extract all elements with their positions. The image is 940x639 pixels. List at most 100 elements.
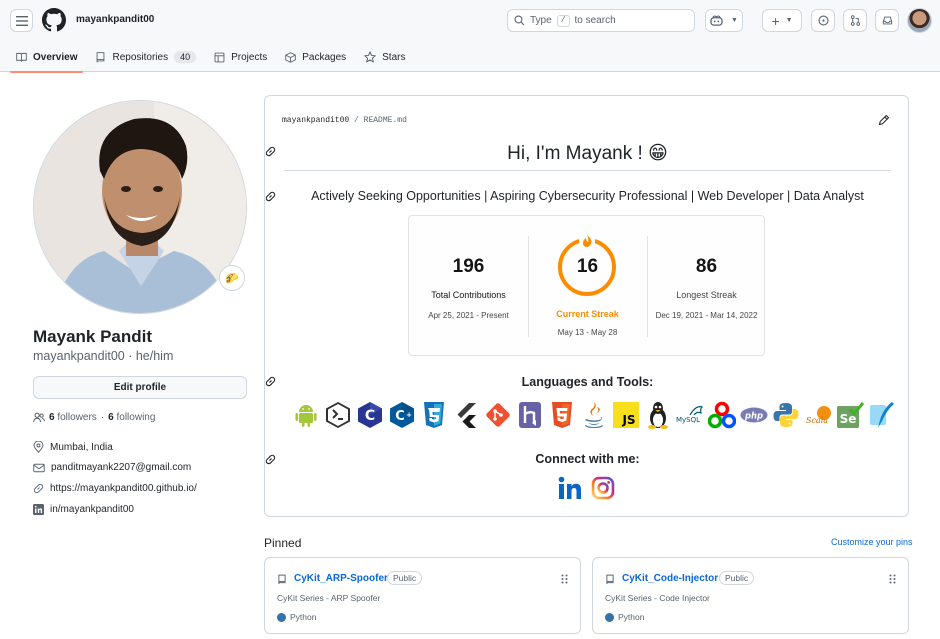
customize-pins-link[interactable]: Customize your pins: [831, 537, 913, 547]
pinned-repo-description: CyKit Series - Code Injector: [605, 593, 710, 603]
follow-stats: 6 followers · 6 following: [33, 412, 155, 423]
search-icon: [514, 15, 525, 26]
svg-text:C: C: [395, 409, 405, 424]
repo-language: Python: [605, 612, 644, 622]
c-icon[interactable]: C: [356, 401, 384, 429]
bash-icon[interactable]: [324, 401, 352, 429]
svg-text:MySQL: MySQL: [676, 416, 700, 424]
readme-path-file[interactable]: README.md: [364, 116, 407, 125]
drag-handle-icon[interactable]: [889, 574, 896, 584]
java-icon[interactable]: [580, 401, 608, 429]
language-color-dot: [605, 612, 614, 622]
profile-fullname: Mayank Pandit: [33, 327, 153, 346]
plus-icon: +: [771, 12, 780, 29]
user-avatar[interactable]: [907, 8, 932, 33]
heroku-icon[interactable]: [516, 401, 544, 429]
copilot-button[interactable]: ▼: [705, 9, 743, 32]
tab-projects[interactable]: Projects: [208, 42, 273, 72]
current-streak-range: May 13 - May 28: [557, 328, 618, 337]
repo-count-badge: 40: [174, 51, 197, 63]
email-item: panditmayank2207@gmail.com: [33, 462, 191, 473]
edit-profile-button[interactable]: Edit profile: [33, 376, 247, 399]
css3-icon[interactable]: [420, 401, 448, 429]
create-new-button[interactable]: + ▼: [762, 9, 802, 32]
issue-opened-icon: [817, 15, 829, 26]
tab-repositories[interactable]: Repositories 40: [89, 42, 202, 72]
menu-button[interactable]: [10, 9, 33, 32]
mysql-icon[interactable]: MySQL: [676, 401, 704, 429]
linux-icon[interactable]: [644, 401, 672, 429]
sqlite-icon[interactable]: [868, 401, 896, 429]
pull-requests-button[interactable]: [843, 9, 867, 32]
separator-dot: ·: [100, 412, 105, 423]
visibility-badge: Public: [719, 571, 755, 585]
flutter-icon[interactable]: [452, 401, 480, 429]
location-icon: [33, 441, 44, 453]
tab-label: Repositories: [112, 51, 169, 63]
scala-icon[interactable]: Scala: [804, 401, 832, 429]
github-logo-icon[interactable]: [42, 8, 66, 32]
profile-handle: mayankpandit00 · he/him: [33, 349, 174, 363]
linkedin-link[interactable]: in/mayankpandit00: [50, 504, 134, 515]
language-color-dot: [277, 612, 286, 622]
longest-streak-stat: 86 Longest Streak Dec 19, 2021 - Mar 14,…: [647, 216, 766, 357]
php-icon[interactable]: php: [740, 401, 768, 429]
readme-path-user[interactable]: mayankpandit00: [282, 116, 349, 125]
people-icon: [33, 412, 45, 423]
tab-overview[interactable]: Overview: [10, 42, 84, 73]
repo-language: Python: [277, 612, 316, 622]
connect-heading: Connect with me:: [535, 452, 640, 466]
readme-breadcrumb: mayankpandit00 / README.md: [282, 116, 407, 125]
svg-text:C: C: [365, 408, 375, 424]
tab-stars[interactable]: Stars: [358, 42, 411, 72]
javascript-icon[interactable]: JS: [612, 401, 640, 429]
pinned-repo-card[interactable]: CyKit_ARP-Spoofer Public CyKit Series - …: [264, 557, 581, 634]
link-icon: [33, 483, 44, 494]
profile-photo[interactable]: [33, 100, 247, 314]
instagram-logo-icon[interactable]: [591, 476, 615, 500]
selenium-icon[interactable]: Se: [836, 401, 864, 429]
total-contributions-value: 196: [452, 256, 485, 277]
location-text: Mumbai, India: [50, 441, 113, 453]
linkedin-item: in/mayankpandit00: [33, 504, 134, 515]
tab-label: Overview: [33, 51, 78, 63]
header-username[interactable]: mayankpandit00: [76, 14, 154, 25]
tab-packages[interactable]: Packages: [279, 42, 352, 72]
android-icon[interactable]: [292, 401, 320, 429]
svg-text:php: php: [744, 410, 763, 420]
email-link[interactable]: panditmayank2207@gmail.com: [51, 462, 191, 473]
profile-photo-image: [34, 101, 246, 313]
tab-label: Stars: [382, 51, 406, 63]
inbox-button[interactable]: [875, 9, 899, 32]
following-label: following: [116, 412, 156, 423]
pencil-icon[interactable]: [878, 114, 890, 126]
status-emoji-button[interactable]: 🌮: [219, 265, 245, 291]
copilot-icon: [710, 15, 723, 26]
social-links: [558, 476, 615, 500]
website-link[interactable]: https://mayankpandit00.github.io/: [50, 483, 197, 494]
opencv-icon[interactable]: [708, 401, 736, 429]
longest-streak-range: Dec 19, 2021 - Mar 14, 2022: [655, 311, 758, 320]
search-input[interactable]: Type / to search: [507, 9, 695, 32]
linkedin-logo-icon[interactable]: [558, 476, 582, 500]
html5-icon[interactable]: [548, 401, 576, 429]
pinned-repo-name[interactable]: CyKit_Code-Injector: [622, 573, 718, 584]
followers-link[interactable]: 6 followers: [49, 412, 97, 423]
pinned-repo-card[interactable]: CyKit_Code-Injector Public CyKit Series …: [592, 557, 909, 634]
pinned-repo-name[interactable]: CyKit_ARP-Spoofer: [294, 573, 388, 584]
git-icon[interactable]: [484, 401, 512, 429]
cplusplus-icon[interactable]: C +: [388, 401, 416, 429]
star-icon: [364, 51, 376, 63]
readme-path-separator: /: [354, 116, 359, 125]
profile-tabs: Overview Repositories 40 Projects Packag…: [0, 42, 417, 73]
python-icon[interactable]: [772, 401, 800, 429]
issues-button[interactable]: [811, 9, 835, 32]
mail-icon: [33, 463, 45, 472]
following-link[interactable]: 6 following: [108, 412, 155, 423]
svg-text:Scala: Scala: [806, 416, 828, 425]
language-name: Python: [290, 612, 317, 622]
heading-divider: [284, 170, 891, 171]
current-streak-label: Current Streak: [556, 309, 619, 319]
chevron-down-icon: ▼: [785, 17, 793, 24]
drag-handle-icon[interactable]: [561, 574, 568, 584]
